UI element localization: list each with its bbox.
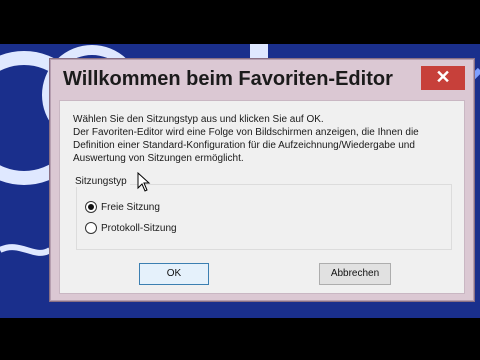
bottom-bar [0,318,480,360]
close-button[interactable]: ✕ [421,66,465,90]
radio-protocol-session[interactable]: Protokoll-Sitzung [85,222,177,234]
top-strip [0,0,480,44]
session-type-group-label: Sitzungstyp [72,176,130,187]
radio-protocol-session-label: Protokoll-Sitzung [101,222,177,234]
dialog-titlebar[interactable]: Willkommen beim Favoriten-Editor ✕ [51,60,473,98]
favorites-editor-dialog: Willkommen beim Favoriten-Editor ✕ Wähle… [50,59,474,301]
radio-button-checked[interactable] [85,201,97,213]
dialog-title: Willkommen beim Favoriten-Editor [63,68,393,90]
radio-button-unchecked[interactable] [85,222,97,234]
dialog-description: Wählen Sie den Sitzungstyp aus und klick… [73,114,419,164]
session-type-groupbox [76,184,452,250]
dialog-client-area: Wählen Sie den Sitzungstyp aus und klick… [59,100,465,294]
mouse-pointer-icon [137,172,151,192]
close-icon: ✕ [435,67,451,87]
radio-free-session-label: Freie Sitzung [101,201,160,213]
cancel-button[interactable]: Abbrechen [319,263,391,285]
ok-button[interactable]: OK [139,263,209,285]
radio-free-session[interactable]: Freie Sitzung [85,201,160,213]
